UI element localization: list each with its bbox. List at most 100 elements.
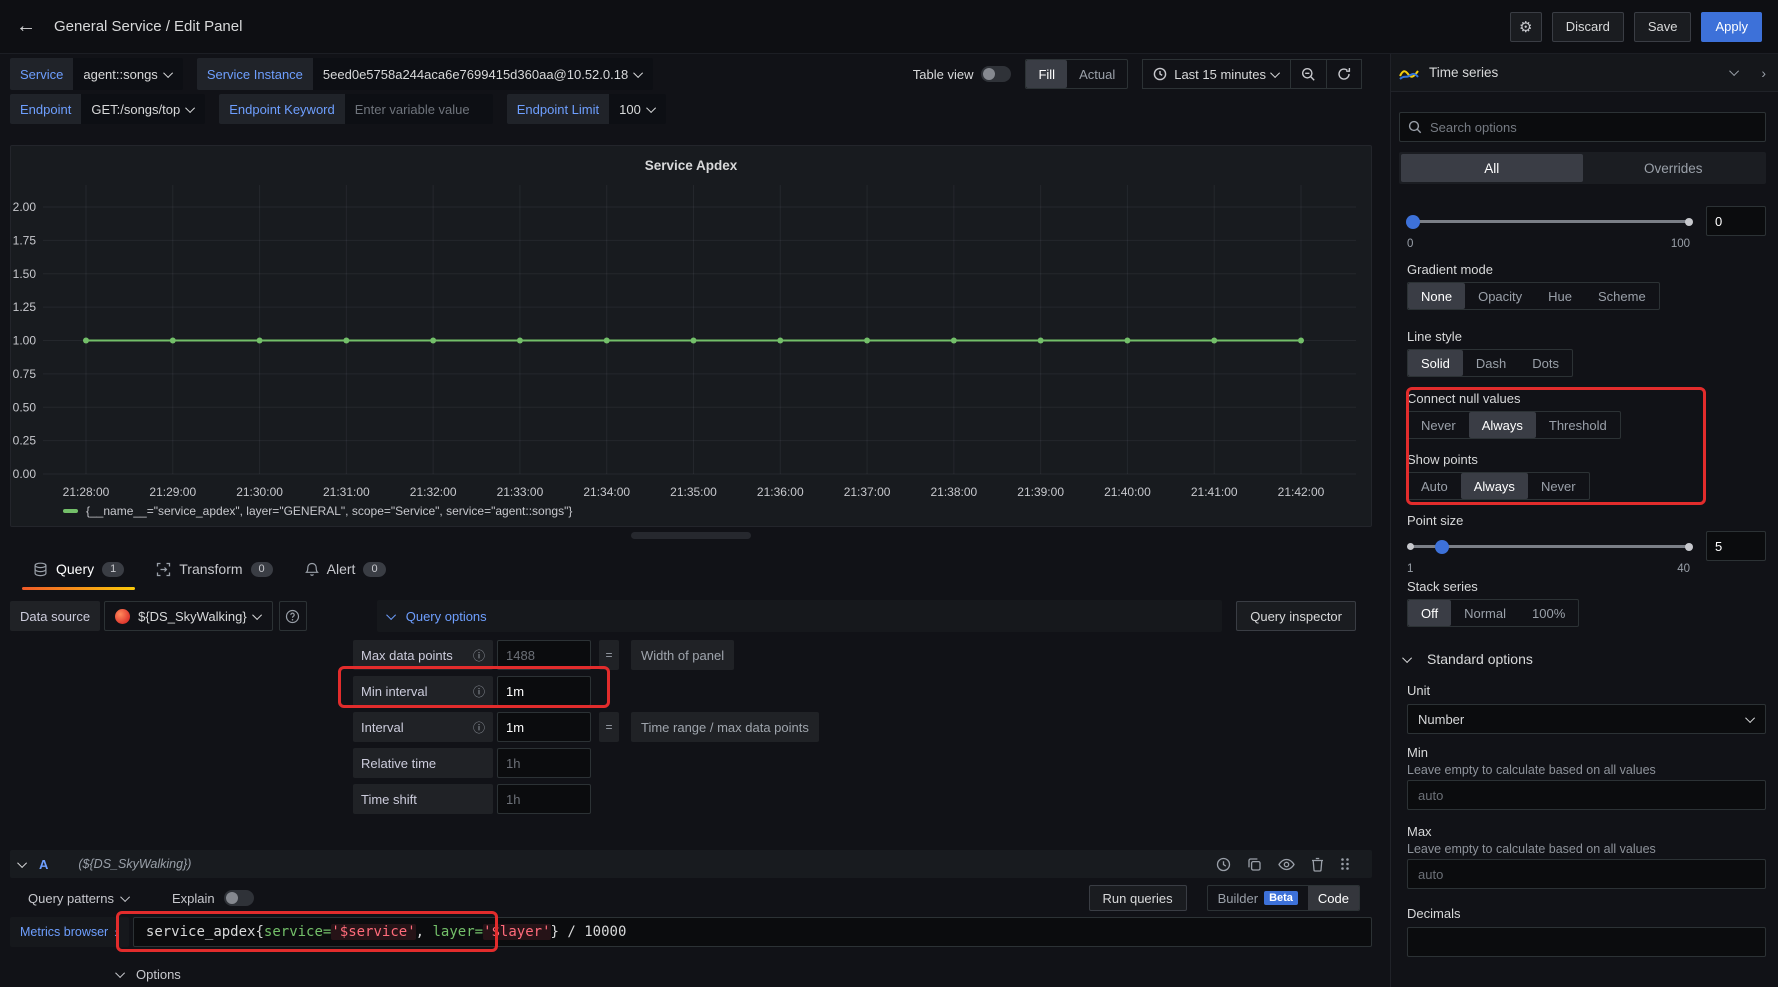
svg-text:1.75: 1.75 [13,233,37,247]
gradient-opacity[interactable]: Opacity [1465,283,1535,309]
query-ref-header[interactable]: A (${DS_SkyWalking}) [10,850,1372,878]
datasource-picker[interactable]: ${DS_SkyWalking} [104,601,273,631]
tab-overrides[interactable]: Overrides [1583,154,1765,182]
stack-normal[interactable]: Normal [1451,600,1519,626]
gradient-hue[interactable]: Hue [1535,283,1585,309]
table-view-toggle[interactable] [981,66,1011,82]
points-auto[interactable]: Auto [1408,473,1461,499]
min-interval-input[interactable]: 1m [497,676,591,706]
slider-thumb[interactable] [1406,215,1420,229]
service-instance-dropdown[interactable]: 5eed0e5758a244aca6e7699415d360aa@10.52.0… [313,58,653,90]
standard-options-section[interactable]: Standard options [1405,651,1766,667]
fill-option[interactable]: Fill [1026,60,1067,88]
slider-min-label: 1 [1407,563,1413,575]
chart-legend[interactable]: {__name__="service_apdex", layer="GENERA… [63,504,572,518]
trash-icon[interactable] [1311,857,1324,872]
connect-threshold[interactable]: Threshold [1536,412,1620,438]
zoom-out-button[interactable] [1291,59,1327,89]
point-size-value[interactable]: 5 [1706,531,1766,561]
back-arrow-icon[interactable]: ← [16,15,36,38]
page-title: General Service / Edit Panel [54,18,242,35]
builder-option[interactable]: Builder Beta [1208,886,1308,910]
gradient-mode-label: Gradient mode [1407,262,1766,277]
point-size-slider[interactable] [1407,531,1692,561]
connect-always[interactable]: Always [1469,412,1536,438]
alert-count-badge: 0 [363,562,385,577]
all-overrides-tabs: All Overrides [1399,152,1766,184]
refresh-button[interactable] [1327,59,1362,89]
svg-text:21:34:00: 21:34:00 [583,485,630,499]
tab-all[interactable]: All [1401,154,1583,182]
query-inspector-button[interactable]: Query inspector [1236,601,1356,631]
service-dropdown[interactable]: agent::songs [73,58,182,90]
slider-thumb[interactable] [1435,540,1449,554]
time-shift-input[interactable]: 1h [497,784,591,814]
gear-icon: ⚙ [1519,18,1532,36]
endpoint-dropdown[interactable]: GET:/songs/top [81,94,205,124]
visualization-header[interactable]: Time series › [1391,54,1778,92]
svg-text:1.00: 1.00 [13,334,37,348]
fill-opacity-slider[interactable] [1407,206,1692,236]
line-dots[interactable]: Dots [1519,350,1572,376]
chevron-down-icon [1270,68,1280,78]
datasource-help-button[interactable] [279,601,307,631]
endpoint-limit-dropdown[interactable]: 100 [609,94,666,124]
connect-never[interactable]: Never [1408,412,1469,438]
stack-off[interactable]: Off [1408,600,1451,626]
chevron-down-icon [1745,713,1755,723]
search-icon [1408,120,1422,134]
decimals-input[interactable] [1407,927,1766,957]
query-patterns-row: Query patterns Explain Run queries Build… [10,884,1372,912]
actual-option[interactable]: Actual [1067,60,1127,88]
max-data-points-row: Max data pointsⓘ 1488 = Width of panel [353,640,819,670]
max-data-points-input[interactable]: 1488 [497,640,591,670]
metrics-browser-button[interactable]: Metrics browser › [10,917,129,947]
unit-select[interactable]: Number [1407,704,1766,734]
time-range-button[interactable]: Last 15 minutes [1142,59,1291,89]
history-clock-icon[interactable] [1216,857,1231,872]
table-view-control: Table view [913,66,1012,82]
discard-button[interactable]: Discard [1552,12,1624,42]
gradient-none[interactable]: None [1408,283,1465,309]
tab-transform[interactable]: Transform 0 [145,548,283,590]
relative-time-input[interactable]: 1h [497,748,591,778]
line-solid[interactable]: Solid [1408,350,1463,376]
endpoint-label: Endpoint [10,94,81,124]
timeseries-chart[interactable]: 2.001.751.501.251.000.750.500.250.0021:2… [11,146,1371,526]
collapse-pane-icon[interactable]: › [1761,65,1766,81]
code-option[interactable]: Code [1308,886,1359,910]
fill-opacity-value[interactable]: 0 [1706,206,1766,236]
query-options-collapse[interactable]: Options [118,962,181,986]
max-input[interactable]: auto [1407,859,1766,889]
points-always[interactable]: Always [1461,473,1528,499]
run-queries-button[interactable]: Run queries [1089,885,1187,911]
tab-alert[interactable]: Alert 0 [294,548,397,590]
min-input[interactable]: auto [1407,780,1766,810]
save-button[interactable]: Save [1634,12,1692,42]
panel-resize-handle[interactable] [631,532,751,539]
copy-icon[interactable] [1247,857,1262,872]
apply-button[interactable]: Apply [1701,12,1762,42]
options-search-input[interactable] [1430,120,1757,135]
query-patterns-dropdown[interactable]: Query patterns [28,891,130,906]
tab-query[interactable]: Query 1 [22,548,135,590]
gradient-scheme[interactable]: Scheme [1585,283,1659,309]
slider-min-label: 0 [1407,238,1413,250]
interval-input[interactable]: 1m [497,712,591,742]
promql-expression-input[interactable]: service_apdex{service='$service', layer=… [133,917,1372,947]
timeseries-viz-icon [1399,65,1419,81]
stack-100[interactable]: 100% [1519,600,1578,626]
chevron-down-icon [120,892,130,902]
endpoint-keyword-input[interactable] [345,94,493,124]
line-dash[interactable]: Dash [1463,350,1519,376]
drag-grip-icon[interactable] [1340,857,1350,871]
explain-toggle[interactable] [224,890,254,906]
eye-icon[interactable] [1278,858,1295,871]
stack-series-group: Off Normal 100% [1407,599,1579,627]
fill-actual-group: Fill Actual [1025,59,1128,89]
points-never[interactable]: Never [1528,473,1589,499]
chevron-down-icon[interactable] [1729,66,1739,76]
panel-settings-button[interactable]: ⚙ [1510,12,1542,42]
query-options-header[interactable]: Query options [377,600,1223,632]
point-size-control: 5 [1407,531,1766,561]
